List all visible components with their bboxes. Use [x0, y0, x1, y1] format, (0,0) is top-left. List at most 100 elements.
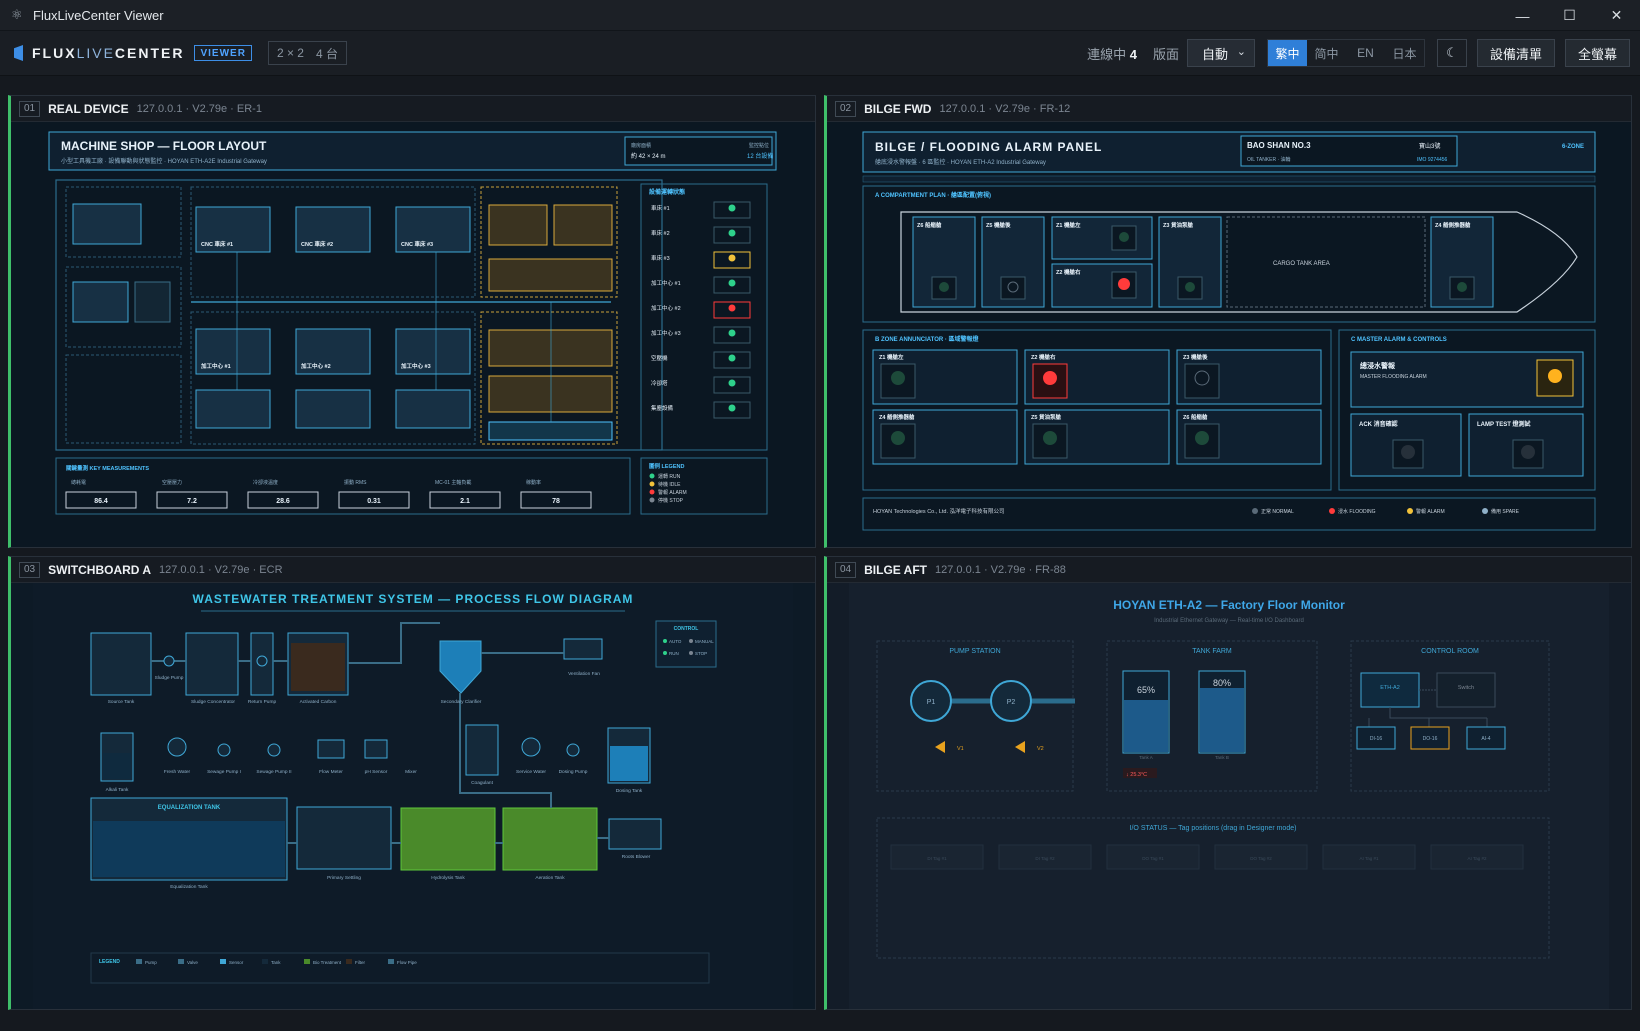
svg-text:OIL TANKER · 油輪: OIL TANKER · 油輪 — [1247, 156, 1291, 163]
legend-label: Bio Treatment — [313, 960, 342, 965]
legend-label: Valve — [187, 960, 198, 965]
svg-text:備用 SPARE: 備用 SPARE — [1491, 508, 1520, 515]
status-led — [728, 404, 736, 412]
io-tag-label: DO Tag #1 — [1142, 856, 1164, 861]
legend-label: Filter — [355, 960, 366, 965]
svg-text:寶山3號: 寶山3號 — [1419, 142, 1440, 150]
legend-swatch — [136, 959, 142, 964]
chevron-down-icon: ⌄ — [1236, 46, 1246, 58]
svg-text:LEGEND: LEGEND — [99, 959, 120, 965]
svg-text:待機 IDLE: 待機 IDLE — [658, 481, 681, 488]
equipment-label: Alkali Tank — [106, 787, 129, 793]
device-panel-1[interactable]: 01 REAL DEVICE 127.0.0.1 · V2.79e · ER-1… — [8, 95, 816, 548]
svg-text:6-ZONE: 6-ZONE — [1562, 144, 1584, 150]
svg-text:HOYAN Technologies Co., Ltd. 泓: HOYAN Technologies Co., Ltd. 泓洋電子科技有限公司 — [873, 507, 1005, 515]
lang-ja[interactable]: 日本 — [1385, 40, 1424, 66]
svg-text:艙底浸水警報盤 · 6 區監控 · HOYAN ETH-A2: 艙底浸水警報盤 · 6 區監控 · HOYAN ETH-A2 Industria… — [875, 158, 1046, 166]
brand-name: FLUXLIVECENTER — [32, 45, 185, 61]
panel-header: 02 BILGE FWD 127.0.0.1 · V2.79e · FR-12 — [827, 96, 1631, 122]
panel-canvas: HOYAN ETH-A2 — Factory Floor Monitor Ind… — [827, 583, 1631, 1009]
svg-text:DO-16: DO-16 — [1423, 736, 1438, 742]
maximize-button[interactable]: ☐ — [1546, 0, 1593, 31]
svg-text:停機 STOP: 停機 STOP — [658, 497, 684, 504]
panel-name: REAL DEVICE — [48, 101, 129, 116]
equipment-label: Coagulant — [471, 780, 494, 786]
svg-text:Z3 貨油泵艙: Z3 貨油泵艙 — [1163, 221, 1193, 229]
svg-text:MANUAL: MANUAL — [695, 639, 714, 644]
svg-text:WASTEWATER TREATMENT SYSTEM —: WASTEWATER TREATMENT SYSTEM — PROCESS FL… — [193, 592, 634, 606]
device-panel-2[interactable]: 02 BILGE FWD 127.0.0.1 · V2.79e · FR-12 … — [824, 95, 1632, 548]
equipment-label: Source Tank — [108, 699, 135, 705]
zone-label: Z2 機艙右 — [1031, 353, 1056, 361]
status-label: 加工中心 #3 — [651, 329, 681, 337]
equipment-label: Fresh Water — [164, 769, 191, 775]
svg-text:BILGE / FLOODING ALARM PANEL: BILGE / FLOODING ALARM PANEL — [875, 140, 1102, 154]
svg-text:P1: P1 — [927, 699, 936, 706]
legend-swatch — [346, 959, 352, 964]
status-label: 加工中心 #1 — [651, 279, 681, 287]
equipment-label: Roots Blower — [622, 854, 651, 860]
status-label: 車床 #1 — [651, 204, 670, 212]
panel-name: SWITCHBOARD A — [48, 562, 152, 577]
lang-zh-hans[interactable]: 简中 — [1307, 40, 1346, 66]
svg-text:P2: P2 — [1007, 699, 1016, 706]
svg-text:AI-4: AI-4 — [1481, 736, 1490, 742]
lang-en[interactable]: EN — [1346, 40, 1385, 66]
layout-count: 4 台 — [315, 46, 338, 61]
status-led — [728, 254, 736, 262]
measure-label: 冷卻液溫度 — [253, 479, 278, 486]
panel-info: 127.0.0.1 · V2.79e · ER-1 — [136, 102, 262, 115]
panel-number: 04 — [835, 561, 857, 578]
svg-text:IMO 9274456: IMO 9274456 — [1417, 157, 1448, 163]
minimize-button[interactable]: — — [1499, 0, 1546, 31]
panel-canvas: WASTEWATER TREATMENT SYSTEM — PROCESS FL… — [11, 583, 815, 1009]
equipment-label: Primary Settling — [327, 875, 361, 881]
status-led — [728, 204, 736, 212]
layout-select[interactable]: 自動 ⌄ — [1186, 39, 1255, 67]
zone-lamp — [1043, 431, 1057, 445]
measure-label: MC-01 主軸負載 — [435, 479, 471, 486]
lang-zh-hant[interactable]: 繁中 — [1267, 40, 1307, 66]
svg-text:MASTER FLOODING ALARM: MASTER FLOODING ALARM — [1360, 374, 1427, 380]
svg-text:Tank B: Tank B — [1215, 755, 1229, 760]
equipment-label: Equalization Tank — [170, 884, 208, 890]
svg-text:警報 ALARM: 警報 ALARM — [1416, 508, 1445, 515]
device-list-button[interactable]: 設備清單 — [1476, 39, 1555, 67]
tank-b-level — [1200, 688, 1244, 752]
diagram-subtitle: 小型工具機工廠 · 設備聯動與狀態監控 · HOYAN ETH-A2E Indu… — [61, 157, 267, 165]
close-button[interactable]: ✕ — [1593, 0, 1640, 31]
app-icon: ⚛ — [11, 7, 23, 22]
svg-text:CONTROL: CONTROL — [674, 626, 699, 632]
legend-swatch — [220, 959, 226, 964]
svg-text:V1: V1 — [957, 746, 964, 752]
status-led — [728, 279, 736, 287]
equipment-label: Aeration Tank — [535, 875, 565, 881]
svg-text:DI-16: DI-16 — [1370, 736, 1382, 742]
status-label: 車床 #2 — [651, 229, 670, 237]
fullscreen-button[interactable]: 全螢幕 — [1564, 39, 1630, 67]
svg-text:CARGO TANK AREA: CARGO TANK AREA — [1273, 261, 1330, 267]
svg-text:廠房面積: 廠房面積 — [631, 142, 651, 149]
svg-text:CNC 車床 #1: CNC 車床 #1 — [201, 240, 233, 248]
svg-text:RUN: RUN — [669, 651, 679, 656]
status-label: 冷卻塔 — [651, 379, 668, 387]
layout-indicator: 2 × 2 4 台 — [267, 41, 347, 65]
svg-text:Z2 機艙右: Z2 機艙右 — [1056, 268, 1081, 276]
panel-canvas: MACHINE SHOP — FLOOR LAYOUT 小型工具機工廠 · 設備… — [11, 122, 815, 547]
measure-value: 28.6 — [276, 498, 290, 505]
zone-lamp-frame — [1184, 363, 1220, 399]
status-led — [728, 329, 736, 337]
svg-text:BAO SHAN NO.3: BAO SHAN NO.3 — [1247, 141, 1311, 150]
status-label: 車床 #3 — [651, 254, 670, 262]
panel-canvas: BILGE / FLOODING ALARM PANEL 艙底浸水警報盤 · 6… — [827, 122, 1631, 547]
equipment-label: Service Water — [516, 769, 546, 775]
panel-name: BILGE AFT — [864, 562, 928, 577]
equipment-label: Sewage Pump II — [256, 769, 291, 775]
svg-text:EQUALIZATION TANK: EQUALIZATION TANK — [158, 805, 221, 811]
theme-toggle-moon-icon[interactable]: ☾ — [1436, 39, 1467, 67]
svg-text:80%: 80% — [1213, 678, 1231, 688]
device-panel-3[interactable]: 03 SWITCHBOARD A 127.0.0.1 · V2.79e · EC… — [8, 556, 816, 1010]
device-panel-4[interactable]: 04 BILGE AFT 127.0.0.1 · V2.79e · FR-88 … — [824, 556, 1632, 1010]
zone-label: Z3 機艙後 — [1183, 353, 1208, 361]
zone-label: Z5 貨油泵艙 — [1031, 413, 1061, 421]
